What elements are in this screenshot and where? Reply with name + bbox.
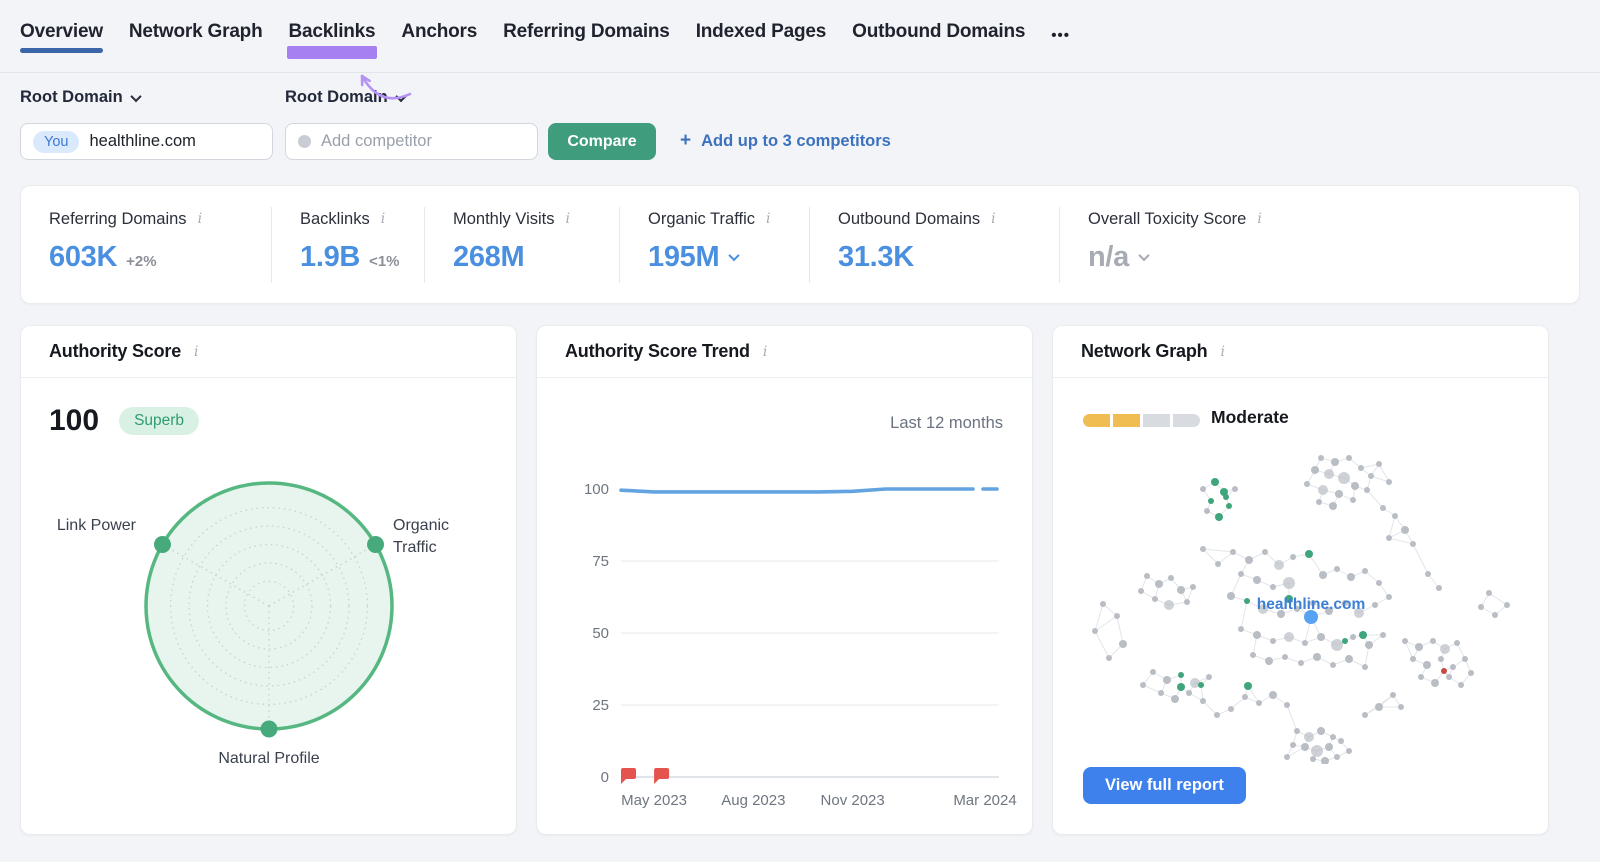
you-domain-input-box[interactable]: You [20,123,273,160]
add-competitors-label: Add up to 3 competitors [701,131,891,150]
info-icon[interactable]: i [1255,212,1263,226]
tab-outbound-domains[interactable]: Outbound Domains [852,21,1025,60]
you-badge: You [33,130,80,153]
card-title: Network Graph [1081,341,1208,361]
metric-label: Outbound Domains [838,209,981,228]
tab-network-graph[interactable]: Network Graph [129,21,263,60]
metric-monthly-visits: Monthly Visits i 268M [424,206,619,283]
authority-score-trend-card: Authority Score Trend i Last 12 months 0… [536,325,1033,835]
chevron-down-icon [130,90,142,102]
radar-axis-organic-traffic: Organic Traffic [393,517,450,556]
plus-icon: + [680,130,692,151]
svg-text:25: 25 [592,697,609,714]
card-title: Authority Score Trend [565,341,750,361]
view-full-report-button[interactable]: View full report [1083,767,1246,804]
metric-backlinks: Backlinks i 1.9B <1% [271,206,424,283]
metric-referring-domains: Referring Domains i 603K +2% [21,207,271,283]
root-domain-label: Root Domain [20,88,123,106]
tab-backlinks[interactable]: Backlinks [286,21,378,60]
authority-radar-chart [144,481,394,738]
info-icon[interactable]: i [989,212,997,226]
competitor-input-box[interactable] [285,123,538,160]
info-icon[interactable]: i [1218,345,1226,359]
radar-axis-natural-profile: Natural Profile [218,750,320,767]
authority-score-value: 100 [49,404,100,437]
svg-text:May 2023: May 2023 [621,792,687,809]
tab-network-graph-label: Network Graph [128,21,263,42]
info-icon[interactable]: i [192,345,200,359]
svg-text:0: 0 [601,769,609,786]
metric-value: 268M [453,240,525,273]
network-rating-label: Moderate [1211,407,1289,427]
authority-trend-chart: 0 25 50 75 100 May 2023 Aug 2023 Nov 2023 Mar 20… [584,481,1017,809]
trend-range-label: Last 12 months [890,414,1003,432]
metric-label: Organic Traffic [648,209,755,228]
metric-organic-traffic: Organic Traffic i 195M [619,206,809,283]
add-competitor-input[interactable] [321,132,511,151]
card-title: Authority Score [49,341,182,361]
info-icon[interactable]: i [761,345,769,359]
tab-referring-domains-label: Referring Domains [503,21,670,42]
tab-backlinks-label: Backlinks [288,21,376,42]
tab-indexed-pages-label: Indexed Pages [695,21,827,42]
svg-text:Mar 2024: Mar 2024 [953,792,1016,809]
tab-overview-label: Overview [20,21,103,42]
svg-text:Nov 2023: Nov 2023 [821,792,885,809]
metric-change: <1% [369,252,400,270]
metric-value: n/a [1088,240,1129,273]
metric-change: +2% [126,252,157,270]
metric-value: 31.3K [838,240,914,273]
metric-outbound-domains: Outbound Domains i 31.3K [809,206,1059,283]
top-navigation: Overview Network Graph Backlinks Anchors… [0,0,1600,73]
radar-axis-link-power: Link Power [56,517,136,534]
metric-value: 603K [49,240,118,273]
domain-input[interactable] [89,132,240,151]
svg-text:Aug 2023: Aug 2023 [721,792,785,809]
tab-referring-domains[interactable]: Referring Domains [503,21,670,60]
tab-outbound-domains-label: Outbound Domains [852,21,1026,42]
info-icon[interactable]: i [764,212,772,226]
info-icon[interactable]: i [379,212,387,226]
root-domain-selector-you[interactable]: Root Domain [20,88,142,107]
network-rating-meter [1083,414,1200,427]
metric-label: Overall Toxicity Score [1088,209,1247,228]
tab-indexed-pages[interactable]: Indexed Pages [695,21,827,60]
metric-label: Monthly Visits [453,209,555,228]
metric-value: 195M [648,240,720,273]
metric-value: 1.9B [300,240,361,273]
more-tabs-icon[interactable]: ••• [1051,21,1070,44]
metric-label: Referring Domains [49,209,187,228]
add-competitors-link[interactable]: + Add up to 3 competitors [680,130,891,152]
authority-score-card: Authority Score i 100 Superb Link Power … [20,325,517,835]
tab-anchors[interactable]: Anchors [401,21,477,60]
backlinks-highlight-underline [286,46,378,59]
chevron-down-icon[interactable] [1138,249,1150,262]
info-icon[interactable]: i [563,212,571,226]
tab-anchors-label: Anchors [401,21,478,42]
tab-overview[interactable]: Overview [20,21,103,60]
score-rating-badge: Superb [119,407,200,435]
competitor-dot-icon [298,135,311,148]
promo-arrow-icon [360,74,412,100]
chevron-down-icon[interactable] [728,249,741,262]
svg-text:100: 100 [584,481,609,498]
info-icon[interactable]: i [196,212,204,226]
metric-toxicity-score: Overall Toxicity Score i n/a [1059,206,1379,283]
network-center-domain-label: healthline.com [1256,596,1366,613]
network-graph-card: Network Graph i Moderate healthline.com … [1052,325,1549,835]
svg-text:50: 50 [592,625,609,642]
metrics-summary-bar: Referring Domains i 603K +2% Backlinks i 1.… [20,185,1580,304]
active-tab-indicator [20,48,103,53]
metric-label: Backlinks [300,209,370,228]
compare-button[interactable]: Compare [548,123,656,160]
svg-text:75: 75 [592,553,609,570]
